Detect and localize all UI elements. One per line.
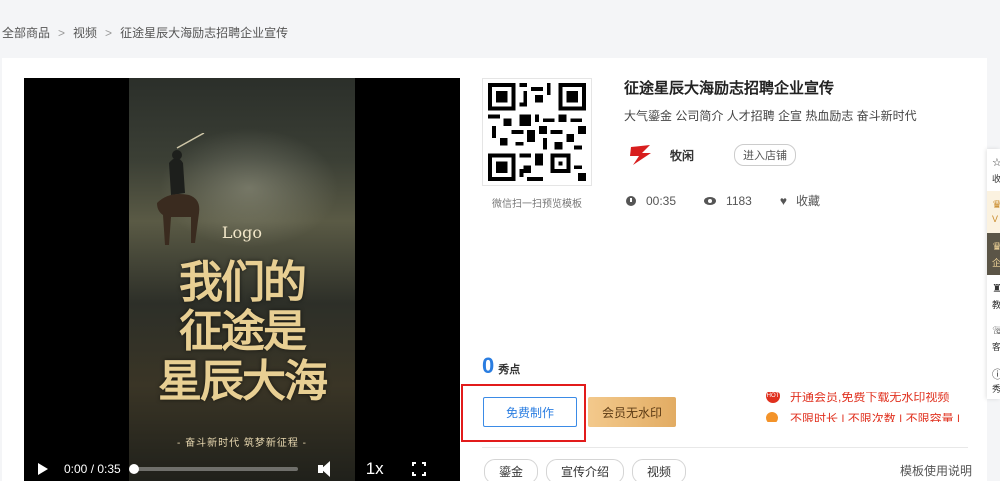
duration-stat: 00:35 <box>626 194 676 208</box>
promo-ticker: HOT 开通会员,免费下载无水印视频 不限时长 | 不限次数 | 不限容量 | <box>766 392 970 422</box>
playback-speed[interactable]: 1x <box>366 459 384 479</box>
product-card: Logo 我们的 征途是 星辰大海 - 奋斗新时代 筑梦新征程 - 0:00 /… <box>2 58 987 481</box>
divider <box>482 447 968 448</box>
author-row: 牧闲 进入店铺 <box>628 142 797 168</box>
qr-code-icon <box>488 83 586 181</box>
poster-line-3: 星辰大海 <box>158 355 328 407</box>
author-avatar[interactable] <box>628 142 654 168</box>
poster-logo: Logo <box>221 223 263 242</box>
product-title: 征途星辰大海励志招聘企业宣传 <box>624 80 835 97</box>
graduation-cap-icon: ♜ <box>992 283 1000 295</box>
promo-text-2: 不限时长 | 不限次数 | 不限容量 | <box>790 411 961 423</box>
video-controls: 0:00 / 0:35 1x <box>24 450 460 481</box>
float-item-favorite[interactable]: ☆ 收 <box>987 149 1000 191</box>
product-stats: 00:35 1183 ♥ 收藏 <box>626 192 848 209</box>
duration-value: 00:35 <box>646 193 677 208</box>
enter-shop-button[interactable]: 进入店铺 <box>734 144 797 166</box>
progress-thumb[interactable] <box>128 464 139 474</box>
flame-icon <box>766 409 781 422</box>
poster-line-1: 我们的 <box>179 257 307 308</box>
poster-slogan: - 奋斗新时代 筑梦新征程 - <box>177 438 307 449</box>
video-time: 0:00 / 0:35 <box>64 462 121 476</box>
play-icon[interactable] <box>36 462 50 476</box>
price-points: 0 秀点 <box>482 353 520 379</box>
hot-badge-icon: HOT <box>766 392 780 403</box>
float-label-service: 客 <box>992 342 1000 352</box>
float-label-enterprise: 企 <box>992 258 1000 268</box>
favorite-label: 收藏 <box>795 194 820 208</box>
float-label-favorite: 收 <box>992 174 1000 184</box>
author-name[interactable]: 牧闲 <box>670 147 694 164</box>
template-usage-link[interactable]: 模板使用说明 <box>900 462 972 479</box>
views-value: 1183 <box>726 193 752 208</box>
breadcrumb-video[interactable]: 视频 <box>73 24 97 41</box>
chip-gilded[interactable]: 鎏金 <box>484 459 539 481</box>
vip-no-watermark-button[interactable]: 会员无水印 <box>588 397 676 427</box>
tag-chips: 鎏金 宣传介绍 视频 <box>484 459 687 481</box>
float-label-tutorial: 教 <box>992 300 1000 310</box>
float-label-vip: V <box>992 214 999 224</box>
volume-icon[interactable] <box>317 461 338 477</box>
breadcrumb: 全部商品 > 视频 > 征途星辰大海励志招聘企业宣传 <box>2 24 288 41</box>
float-item-service[interactable]: ☏ 客 <box>987 317 1000 359</box>
heart-icon: ♥ <box>779 193 787 208</box>
promo-line-2: 不限时长 | 不限次数 | 不限容量 | <box>766 407 970 422</box>
qr-code <box>482 78 592 186</box>
poster-headline: 我们的 征途是 星辰大海 <box>129 258 355 406</box>
promo-text-1: 开通会员,免费下载无水印视频 <box>790 392 950 404</box>
enterprise-crown-icon: ♛ <box>992 241 1000 253</box>
breadcrumb-separator: > <box>58 25 66 40</box>
star-icon: ☆ <box>992 157 1000 169</box>
promo-line-1: HOT 开通会员,免费下载无水印视频 <box>766 392 970 407</box>
headset-icon: ☏ <box>992 325 1000 337</box>
video-poster: Logo 我们的 征途是 星辰大海 - 奋斗新时代 筑梦新征程 - <box>129 78 355 481</box>
chip-promo-intro[interactable]: 宣传介绍 <box>546 459 625 481</box>
favorite-button[interactable]: ♥ 收藏 <box>780 192 820 209</box>
free-make-button[interactable]: 免费制作 <box>483 397 577 427</box>
points-value: 0 <box>482 353 495 378</box>
video-player[interactable]: Logo 我们的 征途是 星辰大海 - 奋斗新时代 筑梦新征程 - 0:00 /… <box>24 78 460 481</box>
float-item-tutorial[interactable]: ♜ 教 <box>987 275 1000 317</box>
fullscreen-icon[interactable] <box>410 461 427 477</box>
poster-line-2: 征途是 <box>179 306 307 358</box>
points-unit: 秀点 <box>498 364 521 376</box>
product-tags: 大气鎏金 公司简介 人才招聘 企宣 热血励志 奋斗新时代 <box>624 109 917 123</box>
float-item-enterprise[interactable]: ♛ 企 <box>987 233 1000 275</box>
float-item-vip[interactable]: ♛ V <box>987 191 1000 233</box>
video-progress-bar[interactable] <box>128 464 298 474</box>
chip-video[interactable]: 视频 <box>632 459 687 481</box>
clock-icon <box>626 195 636 206</box>
qr-caption: 微信扫一扫预览模板 <box>492 199 582 210</box>
eye-icon <box>704 196 717 205</box>
breadcrumb-all-products[interactable]: 全部商品 <box>2 24 50 41</box>
breadcrumb-separator: > <box>105 25 113 40</box>
views-stat: 1183 <box>704 194 752 208</box>
float-item-points[interactable]: ⓘ 秀 <box>987 359 1000 399</box>
breadcrumb-current: 征途星辰大海励志招聘企业宣传 <box>120 26 289 40</box>
crown-icon: ♛ <box>992 199 1000 211</box>
floating-sidebar: ☆ 收 ♛ V ♛ 企 ♜ 教 ☏ 客 ⓘ 秀 <box>987 149 1000 399</box>
info-icon: ⓘ <box>992 369 1000 381</box>
float-label-points: 秀 <box>992 384 1000 394</box>
